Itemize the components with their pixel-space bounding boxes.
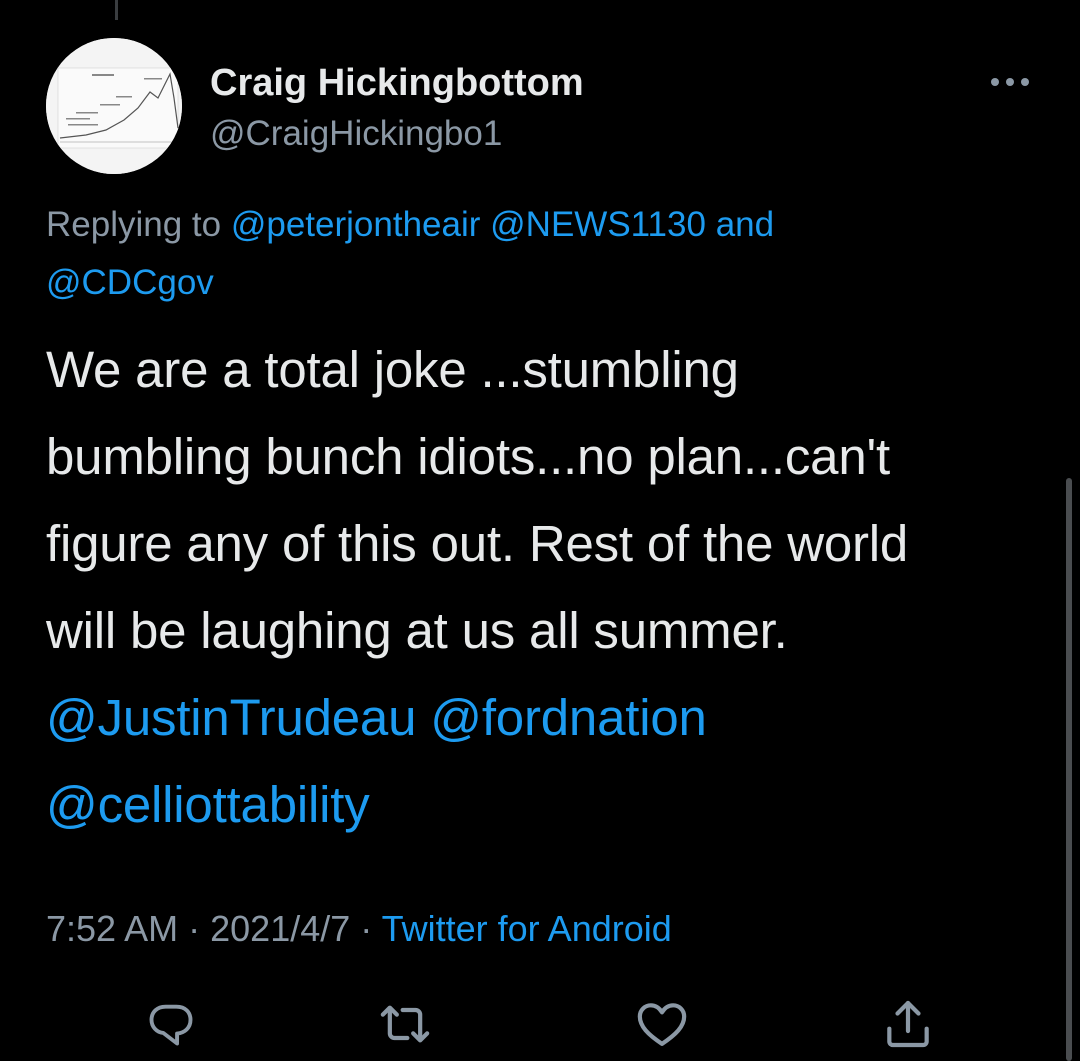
replying-to: Replying to @peterjontheair @NEWS1130 an… — [46, 196, 1036, 312]
tweet-detail: Craig Hickingbottom @CraigHickingbo1 Rep… — [0, 0, 1080, 1061]
retweet-button[interactable] — [375, 994, 435, 1054]
tweet-meta: 7:52 AM · 2021/4/7 · Twitter for Android — [46, 908, 672, 950]
tweet-text: We are a total joke ...stumbling bumblin… — [46, 326, 1046, 848]
reply-icon — [149, 1004, 193, 1046]
replying-to-label: Replying to — [46, 205, 222, 244]
more-horizontal-icon — [991, 78, 1029, 86]
reply-mention-cdcgov[interactable]: @CDCgov — [46, 263, 214, 302]
meta-separator: · — [360, 908, 373, 949]
tweet-source[interactable]: Twitter for Android — [382, 908, 672, 949]
like-button[interactable] — [632, 994, 692, 1054]
display-name[interactable]: Craig Hickingbottom — [210, 62, 584, 105]
thread-connector-line — [115, 0, 118, 20]
reply-button[interactable] — [141, 994, 201, 1054]
avatar[interactable] — [46, 38, 182, 174]
mention-fordnation[interactable]: @fordnation — [430, 689, 707, 746]
tweet-text-line: We are a total joke ...stumbling — [46, 341, 739, 398]
share-button[interactable] — [878, 994, 938, 1054]
retweet-icon — [380, 1005, 430, 1043]
tweet-text-line: figure any of this out. Rest of the worl… — [46, 515, 909, 572]
reply-mention-peterjontheair[interactable]: @peterjontheair — [231, 205, 481, 244]
share-icon — [887, 1000, 929, 1048]
scrollbar[interactable] — [1066, 478, 1072, 1061]
user-handle[interactable]: @CraigHickingbo1 — [210, 114, 502, 154]
tweet-date[interactable]: 2021/4/7 — [210, 908, 350, 949]
tweet-text-line: will be laughing at us all summer. — [46, 602, 788, 659]
reply-and-others[interactable]: and — [716, 205, 774, 244]
tweet-time[interactable]: 7:52 AM — [46, 908, 178, 949]
mention-celliottability[interactable]: @celliottability — [46, 776, 370, 833]
meta-separator: · — [188, 908, 201, 949]
heart-icon — [637, 1003, 687, 1046]
more-options-button[interactable] — [985, 62, 1035, 102]
mention-justintrudeau[interactable]: @JustinTrudeau — [46, 689, 416, 746]
reply-mention-news1130[interactable]: @NEWS1130 — [490, 205, 706, 244]
tweet-text-line: bumbling bunch idiots...no plan...can't — [46, 428, 890, 485]
